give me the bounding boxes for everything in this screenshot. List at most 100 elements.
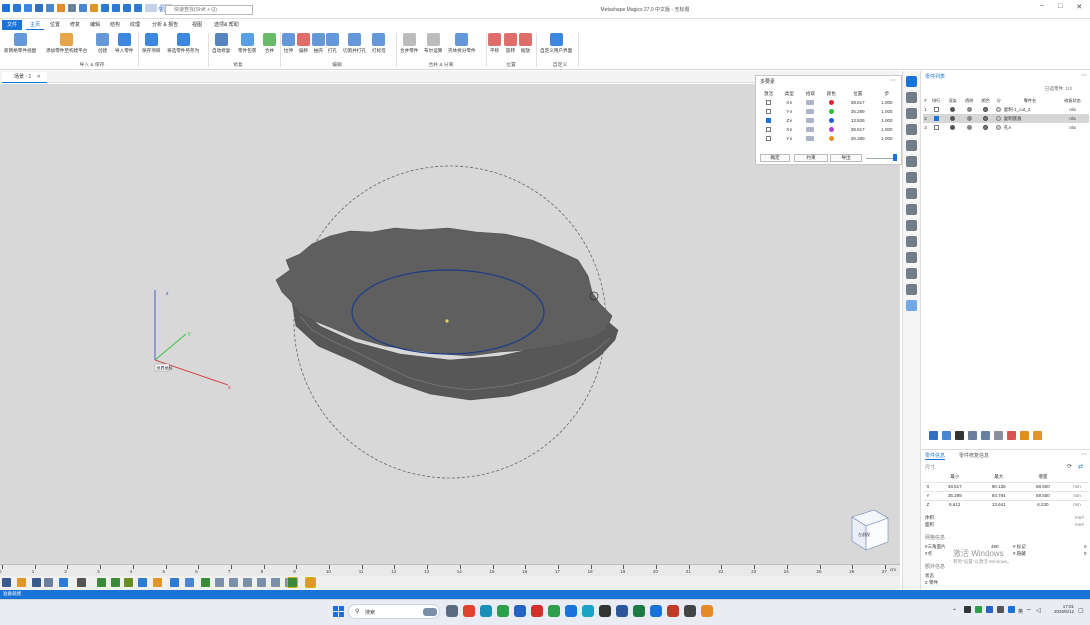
notification-icon[interactable]: ▢ [1078, 607, 1084, 614]
tab-view[interactable]: 视图 [188, 20, 206, 30]
extrude-button[interactable]: 拉伸 [282, 33, 295, 54]
step-value[interactable]: 1.000 [874, 107, 900, 116]
pen-icon[interactable] [906, 188, 917, 199]
app-icon-dark[interactable] [599, 605, 611, 617]
parts-header-cell[interactable]: 排行 [928, 96, 945, 105]
view-tool-icon-10[interactable] [138, 578, 147, 587]
parts-header-cell[interactable]: 修复状态 [1056, 96, 1089, 105]
parts-header-cell[interactable]: 颜色 [977, 96, 994, 105]
table-row[interactable]: 1 复制-1_cut_2 n/a [923, 105, 1089, 114]
part-action-icon-3[interactable] [955, 431, 964, 440]
translate-button[interactable]: 平移 [488, 33, 501, 54]
mesh-cube-icon[interactable] [906, 156, 917, 167]
windows-start-icon[interactable] [333, 606, 344, 617]
part-select-checkbox[interactable] [928, 105, 945, 114]
step-value[interactable]: 1.000 [874, 116, 900, 125]
view-tool-icon-18[interactable] [257, 578, 266, 587]
parts-header-cell[interactable]: 分 [994, 96, 1004, 105]
part-info-tab[interactable]: 零件信息 [925, 452, 946, 460]
part-repair-info-tab[interactable]: 零件修复信息 [959, 452, 989, 459]
active-checkbox[interactable] [758, 125, 779, 134]
auto-fix-button[interactable]: 自动修复 [212, 33, 230, 54]
document-icon[interactable] [906, 268, 917, 279]
create-button[interactable]: 创建 [96, 33, 109, 54]
tray-app-icon-3[interactable] [986, 606, 993, 613]
app-icon-red-2[interactable] [667, 605, 679, 617]
task-view-icon[interactable] [446, 605, 458, 617]
transparency-icon[interactable] [961, 123, 978, 132]
position-value[interactable]: 38.617 [842, 98, 874, 107]
part-select-checkbox[interactable] [928, 123, 945, 132]
app-icon-red[interactable] [531, 605, 543, 617]
color-swatch[interactable] [821, 107, 842, 116]
quick-search-input[interactable] [166, 6, 252, 14]
tab-repair[interactable]: 修复 [66, 20, 84, 30]
app-icon-orange[interactable] [701, 605, 713, 617]
label-button[interactable]: 打标签 [372, 33, 386, 54]
add-part-to-platform-button[interactable]: 添加零件至构建平台 [46, 33, 87, 54]
save-all-icon[interactable] [46, 4, 54, 12]
wrench-icon[interactable] [906, 92, 917, 103]
step-value[interactable]: 1.000 [874, 98, 900, 107]
pick-icon[interactable] [800, 98, 821, 107]
constrain-button[interactable]: 约束 [794, 154, 828, 162]
app-logo-icon[interactable] [2, 4, 10, 12]
app-icon-gray[interactable] [684, 605, 696, 617]
color-swatch[interactable] [821, 134, 842, 143]
refresh-icon[interactable]: ⟳ [1067, 463, 1072, 470]
open-icon[interactable] [24, 4, 32, 12]
position-value[interactable]: 13.826 [842, 116, 874, 125]
transparency-icon[interactable] [961, 114, 978, 123]
cube-icon[interactable] [906, 108, 917, 119]
store-icon[interactable] [514, 605, 526, 617]
part-action-icon-4[interactable] [968, 431, 977, 440]
triangle-icon[interactable] [906, 140, 917, 151]
view-tool-icon-12[interactable] [170, 578, 179, 587]
view-tool-icon-14[interactable] [201, 578, 210, 587]
tools-icon[interactable] [79, 4, 87, 12]
edge-icon[interactable] [480, 605, 492, 617]
part-action-icon-1[interactable] [929, 431, 938, 440]
tab-structure[interactable]: 结构 [106, 20, 124, 30]
pick-icon[interactable] [800, 116, 821, 125]
part-action-icon-9[interactable] [1033, 431, 1042, 440]
brush-icon[interactable] [90, 4, 98, 12]
active-checkbox[interactable] [758, 134, 779, 143]
view-tool-icon-22[interactable] [305, 577, 316, 588]
input-language[interactable]: 英 [1018, 608, 1023, 615]
mesh-icon-2[interactable] [112, 4, 120, 12]
print-icon[interactable] [68, 4, 76, 12]
word-icon[interactable] [616, 605, 628, 617]
step-value[interactable]: 1.000 [874, 125, 900, 134]
tab-analysis-report[interactable]: 分析 & 报告 [148, 20, 182, 30]
parts-menu-icon[interactable]: ⋯ [1081, 72, 1087, 79]
position-value[interactable]: 38.617 [842, 125, 874, 134]
view-tool-icon-1[interactable] [2, 578, 11, 587]
render-toggle-icon[interactable] [944, 123, 961, 132]
view-tool-icon-19[interactable] [271, 578, 280, 587]
transparency-icon[interactable] [961, 105, 978, 114]
tray-app-icon-1[interactable] [964, 606, 971, 613]
view-tool-icon-13[interactable] [185, 578, 194, 587]
new-mesh-part-view-button[interactable]: 新网格零件视图 [4, 33, 36, 54]
confirm-button[interactable]: 确定 [760, 154, 790, 162]
minimize-button[interactable]: − [1040, 3, 1044, 11]
maximize-button[interactable]: □ [1058, 3, 1062, 11]
tray-chevron-icon[interactable]: ⌃ [952, 608, 957, 615]
customize-ui-button[interactable]: 自定义用户界面 [540, 33, 572, 54]
part-wrap-button[interactable]: 零件包裹 [238, 33, 256, 54]
split-icon[interactable] [994, 105, 1004, 114]
volume-icon[interactable]: ◁ [1036, 607, 1041, 614]
app-icon-cyan[interactable] [582, 605, 594, 617]
type-dropdown[interactable]: X∨ [779, 125, 800, 134]
tab-texture[interactable]: 纹理 [126, 20, 144, 30]
shell-split-part-button[interactable]: 壳体拆分零件 [448, 33, 476, 54]
part-action-icon-5[interactable] [981, 431, 990, 440]
active-checkbox[interactable] [758, 116, 779, 125]
pick-icon[interactable] [800, 125, 821, 134]
type-dropdown[interactable]: Y∨ [779, 134, 800, 143]
view-tool-icon-15[interactable] [215, 578, 224, 587]
table-row[interactable]: Z∨ 13.826 1.000 [758, 116, 900, 125]
axis-icon[interactable] [906, 172, 917, 183]
scale-button[interactable]: 缩放 [519, 33, 532, 54]
